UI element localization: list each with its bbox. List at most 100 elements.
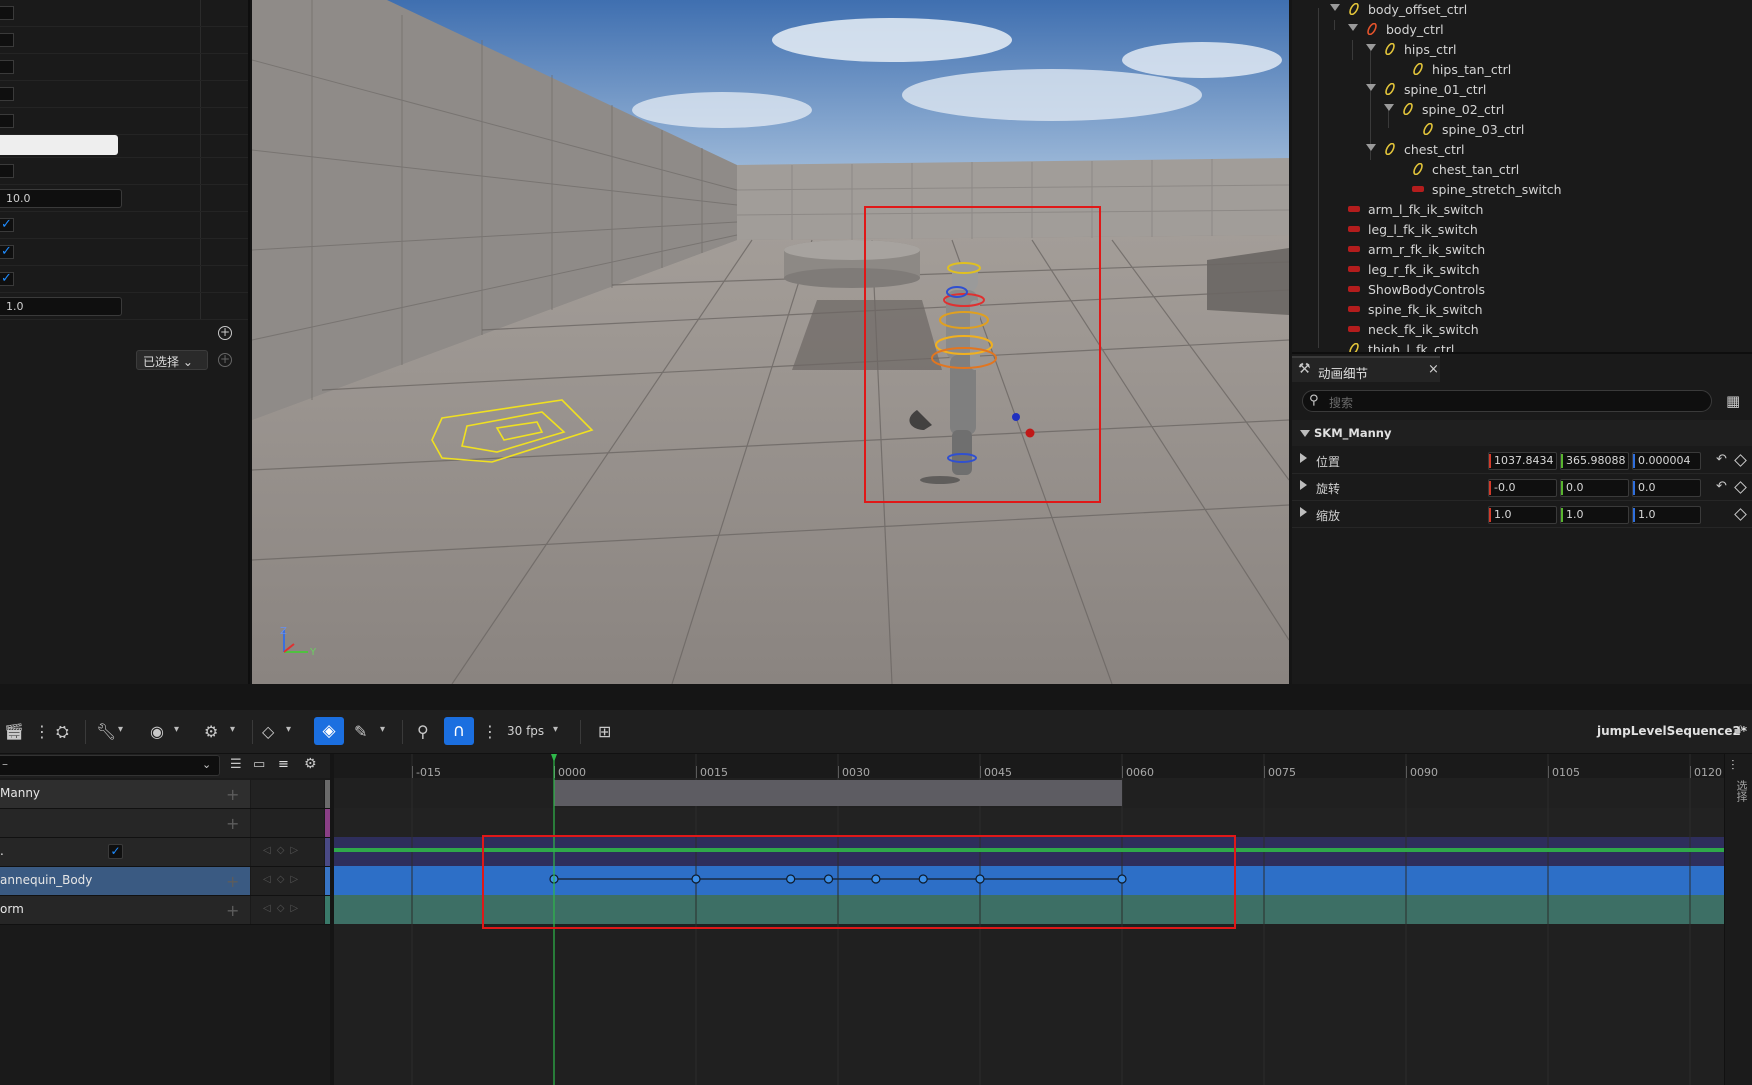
track-row[interactable]: . ✓ ◁◇▷ — [0, 838, 330, 867]
collapse-icon[interactable]: ☰ — [230, 757, 242, 772]
keyframe-dot[interactable] — [786, 874, 796, 884]
hierarchy-item[interactable]: spine_01_ctrl — [1292, 80, 1752, 100]
property-checkbox[interactable] — [0, 33, 14, 47]
add-track-icon[interactable]: + — [226, 901, 239, 920]
marker-pin-icon[interactable]: ⚲ — [417, 723, 429, 741]
reset-icon[interactable]: ↶ — [1716, 479, 1727, 494]
hierarchy-item[interactable]: arm_r_fk_ik_switch — [1292, 240, 1752, 260]
track-name-cell[interactable]: + — [0, 809, 250, 837]
expand-icon[interactable]: ▭ — [253, 757, 265, 772]
settings-gear-icon[interactable]: ⚙ — [304, 756, 317, 772]
curve-editor-icon[interactable]: ⊞ — [598, 723, 611, 741]
track-name-cell[interactable]: annequin_Body + — [0, 867, 250, 895]
vector-y-input[interactable]: 365.98088 — [1560, 452, 1629, 470]
vector-y-input[interactable]: 1.0 — [1560, 506, 1629, 524]
property-checkbox-checked[interactable] — [0, 217, 14, 232]
key-diamond-icon[interactable]: ◇ — [262, 723, 274, 741]
hierarchy-item[interactable]: chest_ctrl — [1292, 140, 1752, 160]
expand-arrow-icon[interactable] — [1366, 44, 1376, 51]
track-row[interactable]: + — [0, 809, 330, 838]
more-options-icon[interactable]: ⋮ — [34, 723, 50, 741]
track-enable-checkbox[interactable]: ✓ — [108, 844, 123, 859]
lock-icon[interactable]: 🔓︎ — [1734, 722, 1742, 737]
tools-icon[interactable]: 🔧︎ — [96, 723, 116, 741]
track-name-cell[interactable]: . ✓ — [0, 838, 250, 866]
expand-arrow-icon[interactable] — [1348, 24, 1358, 31]
track-row[interactable]: orm + ◁◇▷ — [0, 896, 330, 925]
chevron-down-icon[interactable]: ▾ — [174, 724, 179, 735]
keyframe-dot[interactable] — [1117, 874, 1127, 884]
keyframe-dot[interactable] — [691, 874, 701, 884]
level-viewport[interactable]: Z Y — [252, 0, 1289, 684]
number-input[interactable]: 1.0 — [0, 297, 122, 316]
hierarchy-item[interactable]: spine_03_ctrl — [1292, 120, 1752, 140]
hierarchy-item[interactable]: body_offset_ctrl — [1292, 0, 1752, 20]
expand-arrow-icon[interactable] — [1384, 104, 1394, 111]
hierarchy-item[interactable]: spine_02_ctrl — [1292, 100, 1752, 120]
expand-arrow-icon[interactable] — [1300, 507, 1307, 517]
pen-icon[interactable]: ✎ — [354, 723, 367, 741]
property-checkbox[interactable] — [0, 6, 14, 20]
add-key-icon[interactable] — [1734, 508, 1747, 521]
add-element-icon[interactable]: + — [218, 353, 232, 367]
add-element-icon[interactable]: + — [218, 326, 232, 340]
track-row[interactable]: Manny + — [0, 780, 330, 809]
track-name-cell[interactable]: Manny + — [0, 780, 250, 808]
keyframe-dot[interactable] — [918, 874, 928, 884]
render-movie-icon[interactable]: ⛭ — [56, 723, 69, 741]
tab-animation-details[interactable]: ⚒ 动画细节 × — [1292, 356, 1440, 382]
property-checkbox-checked[interactable] — [0, 244, 14, 259]
chevron-down-icon[interactable]: ▾ — [380, 724, 385, 735]
fps-selector[interactable]: 30 fps — [507, 724, 544, 738]
property-checkbox-checked[interactable] — [0, 271, 14, 286]
keyframe-dot[interactable] — [975, 874, 985, 884]
hierarchy-item[interactable]: chest_tan_ctrl — [1292, 160, 1752, 180]
add-track-icon[interactable]: + — [226, 872, 239, 891]
number-input[interactable]: 10.0 — [0, 189, 122, 208]
hierarchy-item[interactable]: body_ctrl — [1292, 20, 1752, 40]
timeline-area[interactable]: -015 0000 0015 0030 0045 0060 0075 0090 0105 0120 — [334, 754, 1724, 1085]
auto-key-toggle[interactable]: ◈ — [314, 717, 344, 745]
sliders-icon[interactable]: ⫶ — [1731, 758, 1735, 774]
sequence-section-bar[interactable] — [554, 780, 1122, 806]
hierarchy-item[interactable]: spine_stretch_switch — [1292, 180, 1752, 200]
vector-x-input[interactable]: 1.0 — [1488, 506, 1557, 524]
snap-options-icon[interactable]: ⋮ — [482, 723, 498, 741]
expand-arrow-icon[interactable] — [1366, 144, 1376, 151]
key-navigation-icons[interactable]: ◁◇▷ — [263, 874, 304, 885]
section-header[interactable]: SKM_Manny — [1292, 420, 1752, 446]
hierarchy-item[interactable]: neck_fk_ik_switch — [1292, 320, 1752, 340]
expand-arrow-icon[interactable] — [1300, 480, 1307, 490]
add-track-icon[interactable]: + — [226, 814, 239, 833]
hierarchy-item[interactable]: spine_fk_ik_switch — [1292, 300, 1752, 320]
selected-dropdown[interactable]: 已选择 ⌄ — [136, 350, 208, 370]
eye-icon[interactable]: ◉ — [150, 723, 164, 741]
chevron-down-icon[interactable]: ▾ — [118, 724, 123, 735]
hierarchy-item[interactable]: ShowBodyControls — [1292, 280, 1752, 300]
table-view-icon[interactable]: ▦ — [1726, 392, 1740, 410]
close-icon[interactable]: × — [1428, 362, 1439, 377]
chevron-down-icon[interactable]: ▾ — [230, 724, 235, 735]
expand-arrow-icon[interactable] — [1300, 453, 1307, 463]
vector-x-input[interactable]: 1037.8434 — [1488, 452, 1557, 470]
hierarchy-item[interactable]: hips_ctrl — [1292, 40, 1752, 60]
snap-magnet-toggle[interactable]: ∩ — [444, 717, 474, 745]
hierarchy-item[interactable]: thigh_l_fk_ctrl — [1292, 340, 1752, 352]
key-navigation-icons[interactable]: ◁◇▷ — [263, 845, 304, 856]
chevron-down-icon[interactable]: ▾ — [553, 724, 558, 735]
vector-x-input[interactable]: -0.0 — [1488, 479, 1557, 497]
track-lane-selected[interactable] — [334, 866, 1724, 895]
track-filter-dropdown[interactable]: – ⌄ — [0, 755, 220, 776]
property-checkbox[interactable] — [0, 164, 14, 178]
playhead-handle[interactable] — [551, 754, 557, 762]
keyframe-dot[interactable] — [823, 874, 834, 884]
track-lane[interactable] — [334, 808, 1724, 837]
playback-settings-icon[interactable]: ⚙ — [204, 723, 218, 741]
color-swatch[interactable] — [0, 135, 118, 155]
reset-icon[interactable]: ↶ — [1716, 452, 1727, 467]
add-key-icon[interactable] — [1734, 481, 1747, 494]
expand-arrow-icon[interactable] — [1366, 84, 1376, 91]
vector-z-input[interactable]: 0.0 — [1632, 479, 1701, 497]
hierarchy-item[interactable]: leg_l_fk_ik_switch — [1292, 220, 1752, 240]
track-row[interactable]: annequin_Body + ◁◇▷ — [0, 867, 330, 896]
